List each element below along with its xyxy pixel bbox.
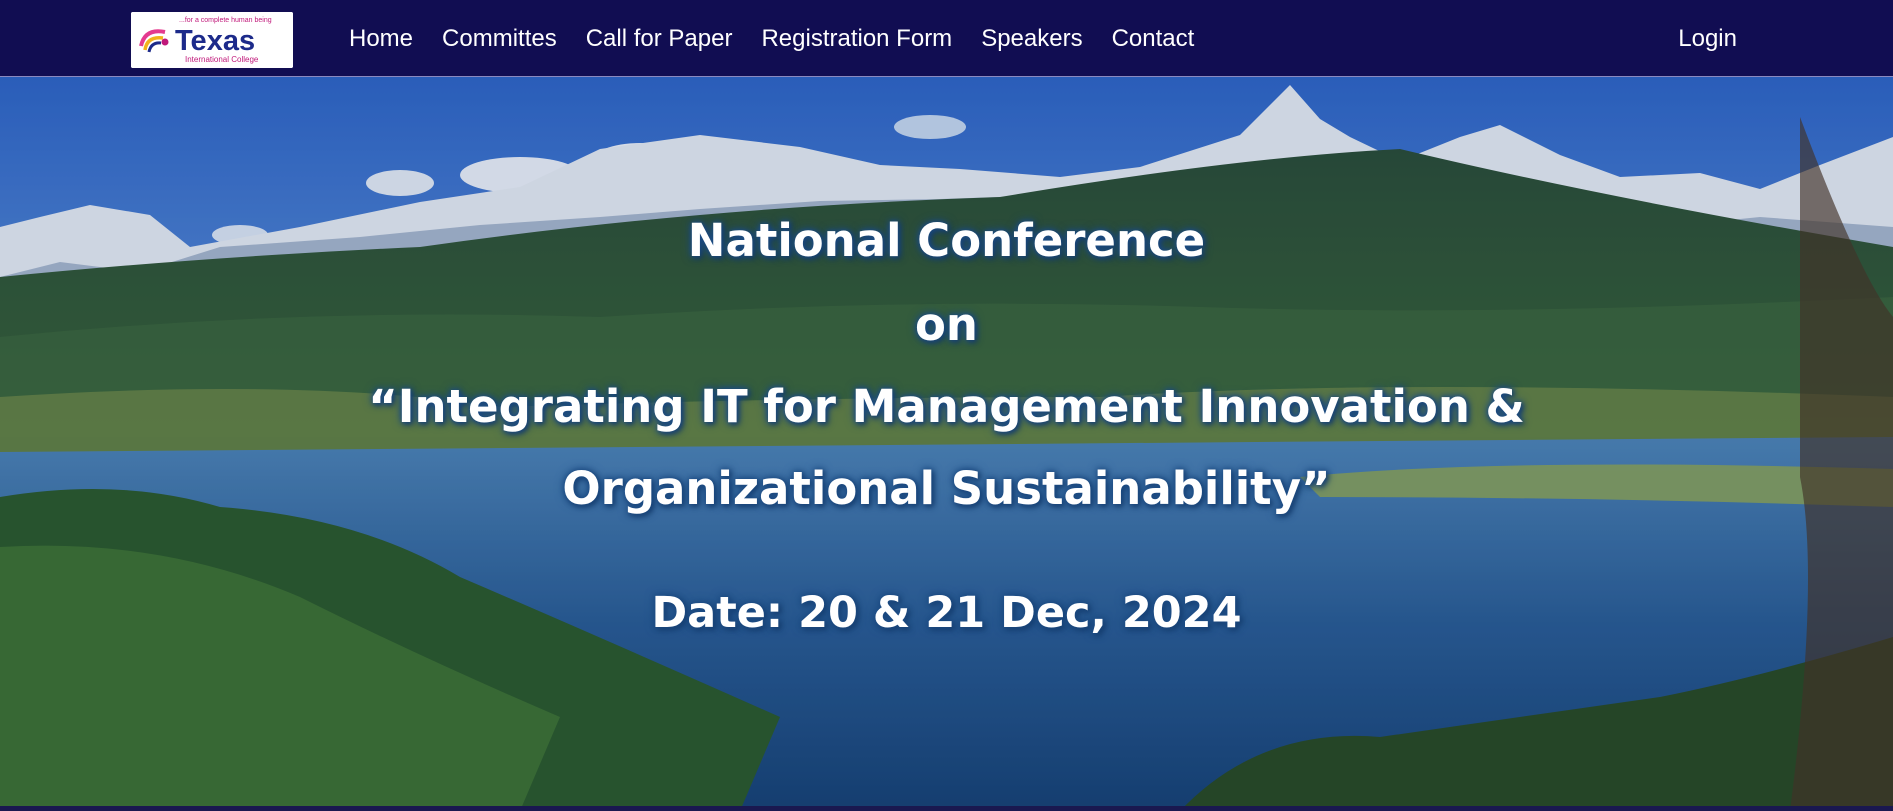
- conference-theme-line-2: Organizational Sustainability”: [562, 462, 1331, 515]
- conference-title-block: National Conference on “Integrating IT f…: [0, 77, 1893, 811]
- conference-title-on: on: [915, 298, 978, 351]
- main-nav: Home Committes Call for Paper Registrati…: [349, 0, 1194, 77]
- logo-tagline: ...for a complete human being: [179, 17, 272, 24]
- conference-date: Date: 20 & 21 Dec, 2024: [651, 588, 1242, 638]
- hero-banner: National Conference on “Integrating IT f…: [0, 77, 1893, 811]
- page-bottom-divider: [0, 806, 1893, 811]
- nav-committes[interactable]: Committes: [442, 25, 557, 53]
- nav-home[interactable]: Home: [349, 25, 413, 53]
- nav-registration-form[interactable]: Registration Form: [761, 25, 952, 53]
- logo-graphic: ...for a complete human being Texas Inte…: [131, 12, 293, 68]
- logo-subtitle: International College: [185, 55, 259, 64]
- conference-title: National Conference: [687, 214, 1206, 267]
- navbar: ...for a complete human being Texas Inte…: [0, 0, 1893, 77]
- college-logo[interactable]: ...for a complete human being Texas Inte…: [131, 12, 293, 68]
- logo-name: Texas: [175, 25, 255, 57]
- login-link[interactable]: Login: [1678, 0, 1737, 77]
- nav-call-for-paper[interactable]: Call for Paper: [586, 25, 733, 53]
- nav-contact[interactable]: Contact: [1112, 25, 1195, 53]
- conference-theme-line-1: “Integrating IT for Management Innovatio…: [368, 380, 1525, 433]
- nav-speakers[interactable]: Speakers: [981, 25, 1082, 53]
